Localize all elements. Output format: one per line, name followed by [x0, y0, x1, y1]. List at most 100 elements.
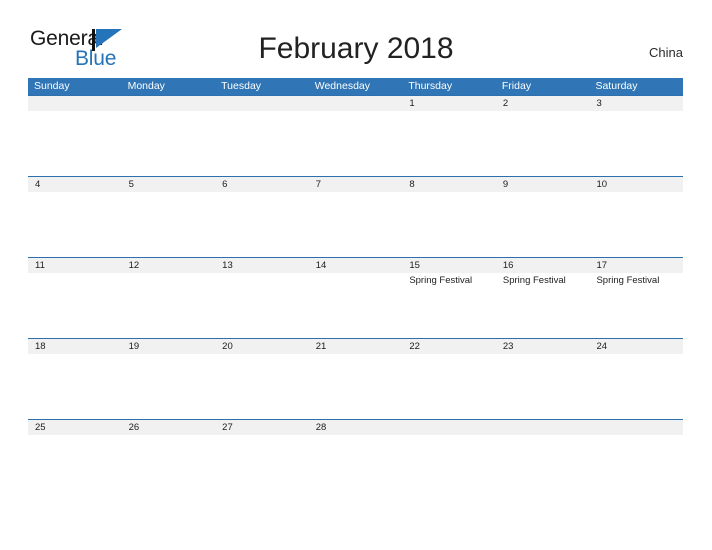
day-number[interactable]: 17 [589, 258, 683, 273]
day-number[interactable]: 21 [309, 339, 403, 354]
day-cell[interactable] [28, 111, 122, 175]
week-event-band [28, 111, 683, 175]
day-cell[interactable] [589, 354, 683, 418]
day-cell[interactable] [402, 192, 496, 256]
week-row: 4 5 6 7 8 9 10 [28, 176, 683, 257]
day-number[interactable]: 5 [122, 177, 216, 192]
weekday-header-monday: Monday [127, 80, 165, 92]
day-cell[interactable] [309, 354, 403, 418]
week-event-band [28, 435, 683, 499]
day-cell[interactable] [122, 354, 216, 418]
day-number[interactable] [122, 96, 216, 111]
day-cell[interactable] [402, 354, 496, 418]
day-number[interactable]: 19 [122, 339, 216, 354]
day-number[interactable] [402, 420, 496, 435]
weekday-header-sunday: Sunday [34, 80, 70, 92]
day-cell[interactable] [215, 192, 309, 256]
day-number[interactable]: 11 [28, 258, 122, 273]
day-number[interactable]: 25 [28, 420, 122, 435]
week-event-band [28, 192, 683, 256]
day-cell[interactable] [28, 192, 122, 256]
weekday-header-tuesday: Tuesday [221, 80, 262, 92]
day-cell[interactable] [122, 192, 216, 256]
day-cell[interactable] [589, 435, 683, 499]
day-cell[interactable]: Spring Festival [496, 273, 590, 337]
day-cell[interactable] [28, 273, 122, 337]
week-event-band [28, 354, 683, 418]
day-number[interactable]: 13 [215, 258, 309, 273]
day-cell[interactable] [28, 354, 122, 418]
week-row: 25 26 27 28 [28, 419, 683, 500]
week-event-band: Spring Festival Spring Festival Spring F… [28, 273, 683, 337]
week-date-band: 11 12 13 14 15 16 17 [28, 257, 683, 273]
day-cell[interactable] [496, 354, 590, 418]
day-number[interactable]: 6 [215, 177, 309, 192]
page-header: General Blue February 2018 China [0, 0, 712, 78]
day-number[interactable]: 10 [589, 177, 683, 192]
day-cell[interactable]: Spring Festival [402, 273, 496, 337]
day-number[interactable] [496, 420, 590, 435]
day-cell[interactable] [215, 354, 309, 418]
day-cell[interactable] [215, 273, 309, 337]
day-cell[interactable] [589, 111, 683, 175]
day-event-label: Spring Festival [502, 275, 566, 286]
day-cell[interactable] [496, 435, 590, 499]
weekday-header-thursday: Thursday [408, 80, 453, 92]
day-cell[interactable] [309, 111, 403, 175]
day-number[interactable]: 3 [589, 96, 683, 111]
day-number[interactable]: 27 [215, 420, 309, 435]
day-cell[interactable] [28, 435, 122, 499]
day-cell[interactable] [215, 435, 309, 499]
day-number[interactable]: 22 [402, 339, 496, 354]
day-number[interactable]: 1 [402, 96, 496, 111]
day-cell[interactable] [402, 111, 496, 175]
week-row: 18 19 20 21 22 23 24 [28, 338, 683, 419]
day-number[interactable]: 24 [589, 339, 683, 354]
day-number[interactable] [309, 96, 403, 111]
day-cell[interactable] [122, 435, 216, 499]
day-number[interactable]: 28 [309, 420, 403, 435]
week-date-band: 18 19 20 21 22 23 24 [28, 338, 683, 354]
day-number[interactable]: 8 [402, 177, 496, 192]
day-cell[interactable] [496, 111, 590, 175]
calendar-grid: Sunday Monday Tuesday Wednesday Thursday… [28, 78, 683, 500]
day-event-label: Spring Festival [409, 275, 473, 286]
day-cell[interactable] [122, 111, 216, 175]
day-cell[interactable] [122, 273, 216, 337]
weekday-header-row: Sunday Monday Tuesday Wednesday Thursday… [28, 78, 683, 95]
day-number[interactable]: 12 [122, 258, 216, 273]
page-title: February 2018 [258, 32, 454, 65]
day-cell[interactable] [402, 435, 496, 499]
day-cell[interactable] [589, 192, 683, 256]
weekday-header-friday: Friday [501, 80, 532, 92]
week-row: 11 12 13 14 15 16 17 Spring Festival Spr… [28, 257, 683, 338]
weekday-header-saturday: Saturday [595, 80, 638, 92]
day-cell[interactable] [309, 192, 403, 256]
country-label: China [649, 45, 683, 60]
day-cell[interactable]: Spring Festival [589, 273, 683, 337]
day-event-label: Spring Festival [596, 275, 660, 286]
day-cell[interactable] [215, 111, 309, 175]
day-number[interactable]: 16 [496, 258, 590, 273]
day-cell[interactable] [309, 435, 403, 499]
week-row: 1 2 3 [28, 95, 683, 176]
day-number[interactable]: 18 [28, 339, 122, 354]
day-number[interactable]: 23 [496, 339, 590, 354]
day-number[interactable]: 20 [215, 339, 309, 354]
day-number[interactable]: 26 [122, 420, 216, 435]
week-date-band: 1 2 3 [28, 95, 683, 111]
week-date-band: 4 5 6 7 8 9 10 [28, 176, 683, 192]
day-number[interactable]: 9 [496, 177, 590, 192]
day-number[interactable]: 7 [309, 177, 403, 192]
day-number[interactable]: 2 [496, 96, 590, 111]
day-cell[interactable] [496, 192, 590, 256]
day-number[interactable]: 15 [402, 258, 496, 273]
day-number[interactable] [215, 96, 309, 111]
day-number[interactable] [28, 96, 122, 111]
day-number[interactable]: 14 [309, 258, 403, 273]
week-date-band: 25 26 27 28 [28, 419, 683, 435]
day-number[interactable]: 4 [28, 177, 122, 192]
day-number[interactable] [589, 420, 683, 435]
weekday-header-wednesday: Wednesday [314, 80, 370, 92]
day-cell[interactable] [309, 273, 403, 337]
